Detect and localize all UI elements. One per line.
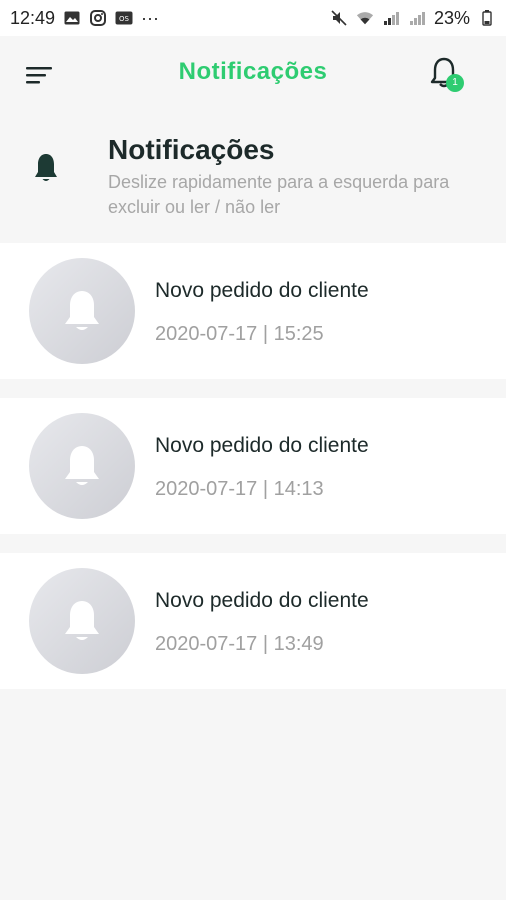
- battery-icon: [478, 9, 496, 27]
- bell-icon: [65, 601, 99, 640]
- notification-title: Novo pedido do cliente: [155, 589, 369, 612]
- bell-icon: [35, 154, 57, 181]
- battery-percent: 23%: [433, 7, 470, 28]
- notification-item[interactable]: Novo pedido do cliente 2020-07-17 | 15:2…: [0, 243, 506, 379]
- status-bar: 12:49 OS ··· 23%: [0, 0, 506, 36]
- bell-icon: [65, 446, 99, 485]
- notification-title: Novo pedido do cliente: [155, 434, 369, 457]
- notification-time: 2020-07-17 | 14:13: [155, 478, 324, 500]
- notification-item[interactable]: Novo pedido do cliente 2020-07-17 | 13:4…: [0, 553, 506, 689]
- notification-badge: 1: [446, 74, 464, 92]
- notification-avatar: [29, 258, 135, 364]
- status-left: 12:49 OS ···: [10, 8, 159, 29]
- svg-text:OS: OS: [119, 15, 130, 23]
- notifications-button[interactable]: 1: [428, 56, 468, 96]
- instagram-icon: [89, 9, 107, 27]
- notification-item[interactable]: Novo pedido do cliente 2020-07-17 | 14:1…: [0, 398, 506, 534]
- notification-time: 2020-07-17 | 13:49: [155, 633, 324, 655]
- notification-time: 2020-07-17 | 15:25: [155, 323, 324, 345]
- status-right: 23%: [330, 8, 496, 29]
- bell-icon: [65, 291, 99, 330]
- notification-avatar: [29, 413, 135, 519]
- signal-icon: [382, 9, 400, 27]
- intro-section: Notificações Deslize rapidamente para a …: [0, 114, 506, 242]
- notification-list: Novo pedido do cliente 2020-07-17 | 15:2…: [0, 243, 506, 708]
- notification-avatar: [29, 568, 135, 674]
- gallery-icon: [63, 9, 81, 27]
- section-subtitle: Deslize rapidamente para a esquerda para…: [108, 172, 450, 217]
- section-title: Notificações: [108, 134, 275, 165]
- mute-icon: [330, 9, 348, 27]
- signal-icon-2: [408, 9, 426, 27]
- more-notifications-indicator: ···: [141, 7, 160, 28]
- message-icon: OS: [115, 9, 133, 27]
- status-time: 12:49: [10, 7, 56, 28]
- app-header: Notificações 1: [0, 36, 506, 114]
- notification-title: Novo pedido do cliente: [155, 279, 369, 302]
- wifi-icon: [356, 9, 374, 27]
